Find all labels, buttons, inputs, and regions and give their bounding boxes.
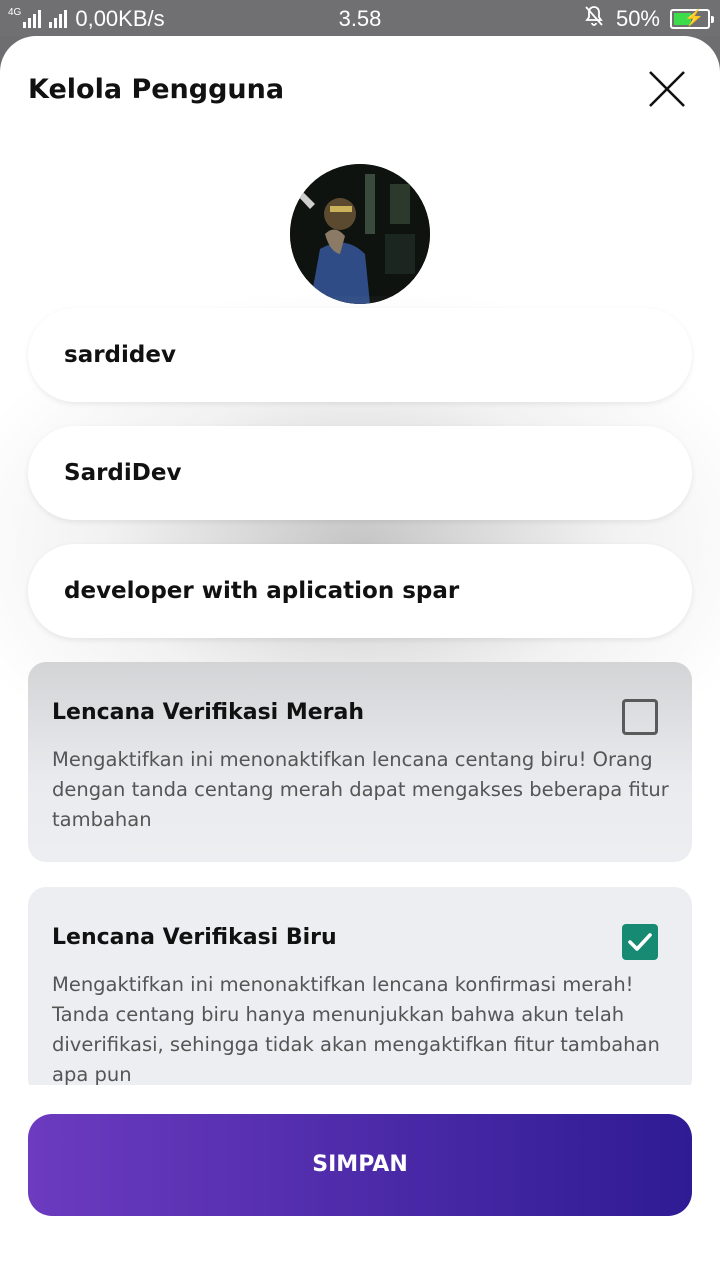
bell-muted-icon — [584, 5, 604, 33]
display-name-field[interactable] — [28, 426, 692, 520]
username-field[interactable] — [28, 308, 692, 402]
blue-badge-description: Mengaktifkan ini menonaktifkan lencana k… — [52, 973, 660, 1086]
close-icon[interactable] — [648, 70, 686, 108]
red-badge-checkbox[interactable] — [622, 699, 658, 735]
blue-badge-title: Lencana Verifikasi Biru — [52, 925, 337, 950]
red-badge-title: Lencana Verifikasi Merah — [52, 700, 365, 725]
sheet-title: Kelola Pengguna — [28, 74, 285, 105]
red-badge-description: Mengaktifkan ini menonaktifkan lencana c… — [52, 748, 669, 831]
status-right: 50% ⚡ — [584, 5, 714, 33]
battery-icon: ⚡ — [670, 9, 714, 29]
red-badge-card: Lencana Verifikasi Merah Mengaktifkan in… — [28, 662, 692, 862]
check-icon — [628, 933, 652, 951]
bio-field[interactable] — [28, 544, 692, 638]
blue-badge-card: Lencana Verifikasi Biru Mengaktifkan ini… — [28, 887, 692, 1097]
status-bar: 4G 0,00KB/s 3.58 50% ⚡ — [0, 0, 720, 36]
avatar[interactable] — [290, 164, 430, 304]
battery-percent: 50% — [615, 6, 660, 31]
blue-badge-checkbox[interactable] — [622, 924, 658, 960]
save-button[interactable]: SIMPAN — [28, 1114, 692, 1216]
